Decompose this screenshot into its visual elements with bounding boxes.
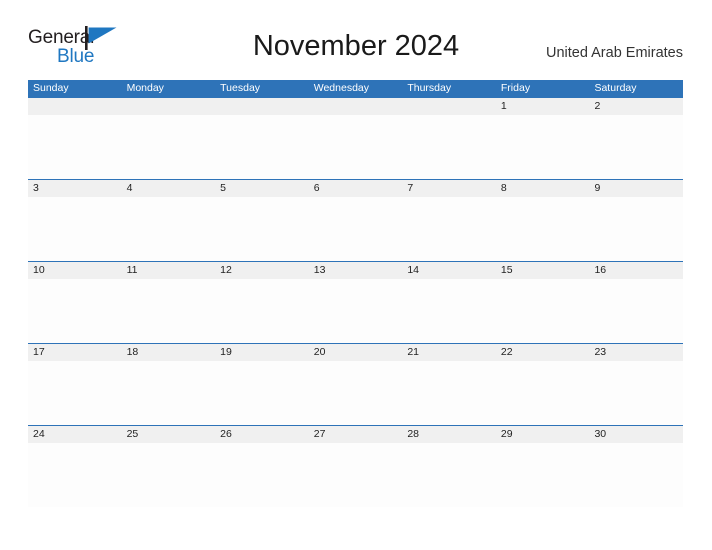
weekday-header-thursday: Thursday <box>407 82 452 94</box>
weekday-header-wednesday: Wednesday <box>313 82 369 94</box>
calendar-week-row: 17 18 19 20 21 22 23 <box>28 343 683 425</box>
weekday-header-friday: Friday <box>500 82 531 94</box>
day-cell-number[interactable]: 21 <box>402 344 496 361</box>
week-event-band <box>28 443 683 507</box>
weekday-header-monday: Monday <box>126 82 164 94</box>
day-cell-number[interactable]: 18 <box>122 344 216 361</box>
day-cell-body[interactable] <box>28 197 122 261</box>
week-date-band: 10 11 12 13 14 15 16 <box>28 262 683 279</box>
day-cell-body[interactable] <box>589 197 683 261</box>
weekday-header-sunday: Sunday <box>33 82 69 94</box>
day-cell-body[interactable] <box>215 443 309 507</box>
day-cell-number[interactable]: 28 <box>402 426 496 443</box>
day-cell-body[interactable] <box>496 197 590 261</box>
day-cell-body[interactable] <box>309 443 403 507</box>
day-cell-number[interactable]: 11 <box>122 262 216 279</box>
day-cell-body[interactable] <box>309 197 403 261</box>
day-cell-body[interactable] <box>589 115 683 179</box>
day-cell-body[interactable] <box>309 279 403 343</box>
day-cell-body[interactable] <box>309 361 403 425</box>
day-cell-number[interactable]: 8 <box>496 180 590 197</box>
day-cell-body[interactable] <box>122 361 216 425</box>
day-cell-body[interactable] <box>215 197 309 261</box>
day-cell-body[interactable] <box>122 115 216 179</box>
day-cell-number[interactable]: 9 <box>589 180 683 197</box>
day-cell-body[interactable] <box>496 443 590 507</box>
day-cell-body[interactable] <box>28 279 122 343</box>
day-cell-body[interactable] <box>28 115 122 179</box>
day-cell-body[interactable] <box>589 361 683 425</box>
day-cell-body[interactable] <box>496 279 590 343</box>
weekday-header-tuesday: Tuesday <box>220 82 261 94</box>
day-cell-body[interactable] <box>589 279 683 343</box>
day-cell-number[interactable]: 30 <box>589 426 683 443</box>
day-cell-number[interactable]: 4 <box>122 180 216 197</box>
day-cell-body[interactable] <box>215 361 309 425</box>
calendar-grid: Sunday Monday Tuesday Wednesday Thursday… <box>28 80 683 507</box>
day-cell-number[interactable]: 3 <box>28 180 122 197</box>
day-cell-number[interactable]: 24 <box>28 426 122 443</box>
day-cell-body[interactable] <box>122 279 216 343</box>
day-cell-body[interactable] <box>402 115 496 179</box>
week-event-band <box>28 115 683 179</box>
day-cell-number[interactable]: 6 <box>309 180 403 197</box>
day-cell-body[interactable] <box>496 361 590 425</box>
calendar-week-row: 10 11 12 13 14 15 16 <box>28 261 683 343</box>
day-cell-number[interactable]: 20 <box>309 344 403 361</box>
day-cell-number[interactable]: 14 <box>402 262 496 279</box>
day-cell-number[interactable]: 13 <box>309 262 403 279</box>
day-cell-number[interactable] <box>28 98 122 115</box>
calendar-week-row: 3 4 5 6 7 8 9 <box>28 179 683 261</box>
day-cell-number[interactable] <box>309 98 403 115</box>
day-cell-number[interactable]: 10 <box>28 262 122 279</box>
day-cell-body[interactable] <box>122 197 216 261</box>
day-cell-body[interactable] <box>402 361 496 425</box>
day-cell-number[interactable]: 16 <box>589 262 683 279</box>
day-cell-number[interactable] <box>402 98 496 115</box>
day-cell-number[interactable]: 12 <box>215 262 309 279</box>
day-cell-number[interactable]: 7 <box>402 180 496 197</box>
country-label: United Arab Emirates <box>545 45 683 61</box>
page-header: General Blue November 2024 United Arab E… <box>0 0 712 66</box>
day-cell-number[interactable]: 1 <box>496 98 590 115</box>
day-cell-number[interactable]: 23 <box>589 344 683 361</box>
weekday-header-saturday: Saturday <box>594 82 637 94</box>
day-cell-body[interactable] <box>589 443 683 507</box>
week-date-band: 3 4 5 6 7 8 9 <box>28 180 683 197</box>
day-cell-body[interactable] <box>215 115 309 179</box>
day-cell-body[interactable] <box>215 279 309 343</box>
day-cell-body[interactable] <box>28 443 122 507</box>
day-cell-number[interactable] <box>122 98 216 115</box>
day-cell-number[interactable]: 15 <box>496 262 590 279</box>
day-cell-body[interactable] <box>402 443 496 507</box>
week-date-band: 24 25 26 27 28 29 30 <box>28 426 683 443</box>
day-cell-body[interactable] <box>402 197 496 261</box>
week-event-band <box>28 197 683 261</box>
day-cell-number[interactable]: 25 <box>122 426 216 443</box>
day-cell-body[interactable] <box>28 361 122 425</box>
week-date-band: 1 2 <box>28 98 683 115</box>
day-cell-number[interactable] <box>215 98 309 115</box>
calendar-week-row: 24 25 26 27 28 29 30 <box>28 425 683 507</box>
day-cell-number[interactable]: 27 <box>309 426 403 443</box>
week-date-band: 17 18 19 20 21 22 23 <box>28 344 683 361</box>
day-cell-body[interactable] <box>496 115 590 179</box>
day-cell-number[interactable]: 26 <box>215 426 309 443</box>
week-event-band <box>28 361 683 425</box>
day-cell-body[interactable] <box>402 279 496 343</box>
day-cell-body[interactable] <box>309 115 403 179</box>
calendar-week-row: 1 2 <box>28 97 683 179</box>
day-cell-number[interactable]: 5 <box>215 180 309 197</box>
day-cell-number[interactable]: 19 <box>215 344 309 361</box>
week-event-band <box>28 279 683 343</box>
weekday-header-row: Sunday Monday Tuesday Wednesday Thursday… <box>28 80 683 97</box>
day-cell-number[interactable]: 17 <box>28 344 122 361</box>
day-cell-body[interactable] <box>122 443 216 507</box>
day-cell-number[interactable]: 2 <box>589 98 683 115</box>
day-cell-number[interactable]: 22 <box>496 344 590 361</box>
day-cell-number[interactable]: 29 <box>496 426 590 443</box>
